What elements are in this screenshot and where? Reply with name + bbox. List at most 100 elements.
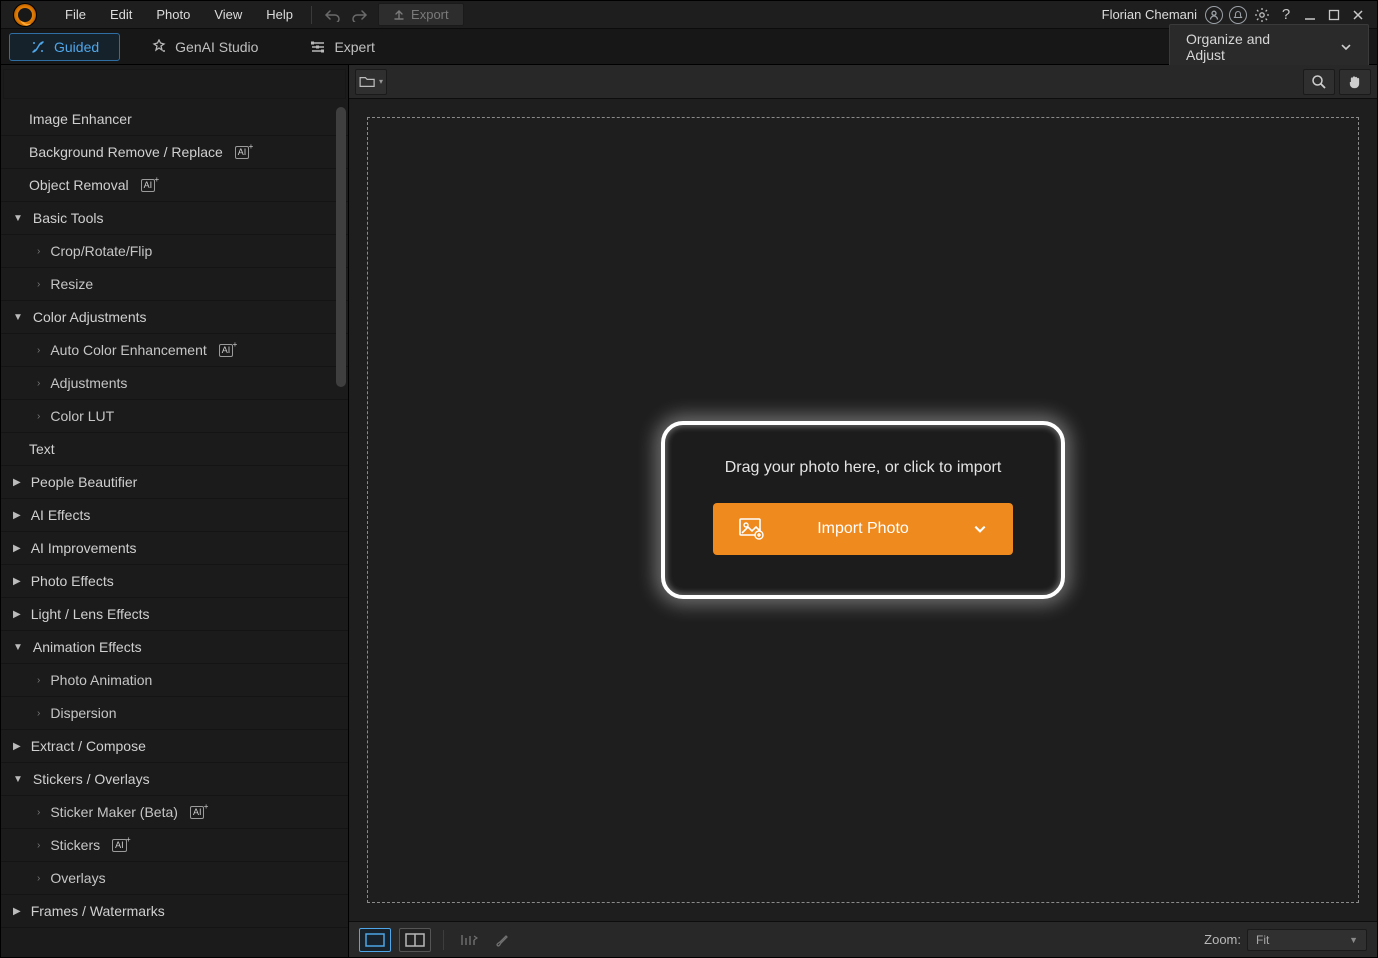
- chevron-right-icon: ›: [37, 840, 40, 851]
- divider: [443, 930, 444, 950]
- sidebar-item-text[interactable]: Text: [1, 433, 348, 466]
- sidebar-group-light-lens-effects[interactable]: ▶Light / Lens Effects: [1, 598, 348, 631]
- divider: [311, 6, 312, 24]
- caret-down-icon: ▼: [13, 213, 23, 224]
- sidebar-item-label: Text: [29, 441, 55, 457]
- histogram-icon[interactable]: [456, 931, 482, 949]
- sidebar-item-label: Image Enhancer: [29, 111, 132, 127]
- notifications-icon[interactable]: [1229, 6, 1247, 24]
- menu-photo[interactable]: Photo: [144, 3, 202, 26]
- ai-badge-icon: AI: [112, 839, 127, 852]
- app-logo-icon: [13, 3, 37, 27]
- tab-expert[interactable]: Expert: [289, 33, 395, 61]
- sidebar-item-label: Color LUT: [50, 408, 114, 424]
- sidebar-item-photo-animation[interactable]: ›Photo Animation: [1, 664, 348, 697]
- sidebar-item-dispersion[interactable]: ›Dispersion: [1, 697, 348, 730]
- sidebar-list: Image Enhancer Background Remove / Replac…: [1, 103, 348, 957]
- sidebar-item-label: Light / Lens Effects: [31, 606, 150, 622]
- sidebar-group-color-adjustments[interactable]: ▼Color Adjustments: [1, 301, 348, 334]
- close-button[interactable]: [1349, 6, 1367, 24]
- sidebar-item-label: Photo Animation: [50, 672, 152, 688]
- sidebar-item-background-remove-replace[interactable]: Background Remove / ReplaceAI: [1, 136, 348, 169]
- organize-label: Organize and Adjust: [1186, 31, 1312, 63]
- menu-edit[interactable]: Edit: [98, 3, 144, 26]
- sidebar-group-extract-compose[interactable]: ▶ Extract / Compose: [1, 730, 348, 763]
- tab-guided[interactable]: Guided: [9, 33, 120, 61]
- sidebar-group-ai-improvements[interactable]: ▶AI Improvements: [1, 532, 348, 565]
- zoom-tool-button[interactable]: [1303, 69, 1335, 95]
- import-photo-button[interactable]: Import Photo: [713, 503, 1013, 555]
- caret-right-icon: ▶: [13, 477, 21, 488]
- sidebar-item-adjustments[interactable]: ›Adjustments: [1, 367, 348, 400]
- sidebar-item-label: Crop/Rotate/Flip: [50, 243, 152, 259]
- export-icon: [393, 9, 405, 21]
- modebar: Guided GenAI Studio Expert Organize and Ad…: [1, 29, 1377, 65]
- sidebar-item-auto-color-enhancement[interactable]: ›Auto Color EnhancementAI: [1, 334, 348, 367]
- chevron-right-icon: ›: [37, 873, 40, 884]
- help-icon[interactable]: ?: [1277, 6, 1295, 24]
- expert-icon: [310, 39, 326, 55]
- ai-badge-icon: AI: [235, 146, 250, 159]
- chevron-right-icon: ›: [37, 246, 40, 257]
- sidebar-item-stickers[interactable]: ›StickersAI: [1, 829, 348, 862]
- organize-adjust-button[interactable]: Organize and Adjust: [1169, 24, 1369, 70]
- sidebar-item-label: Extract / Compose: [31, 738, 146, 754]
- sidebar-item-label: Photo Effects: [31, 573, 114, 589]
- image-import-icon: [739, 518, 765, 540]
- sidebar-item-crop-rotate-flip[interactable]: › Crop/Rotate/Flip: [1, 235, 348, 268]
- single-view-button[interactable]: [359, 928, 391, 952]
- caret-right-icon: ▶: [13, 906, 21, 917]
- sidebar-item-label: Stickers / Overlays: [33, 771, 150, 787]
- sidebar-item-image-enhancer[interactable]: Image Enhancer: [1, 103, 348, 136]
- sidebar-group-stickers-overlays[interactable]: ▼ Stickers / Overlays: [1, 763, 348, 796]
- menu-file[interactable]: File: [53, 3, 98, 26]
- folder-button[interactable]: ▾: [355, 69, 387, 95]
- redo-button[interactable]: [346, 6, 374, 24]
- export-label: Export: [411, 7, 449, 22]
- menu-view[interactable]: View: [202, 3, 254, 26]
- sidebar-item-label: Overlays: [50, 870, 105, 886]
- export-button[interactable]: Export: [378, 3, 464, 26]
- user-icon[interactable]: [1205, 6, 1223, 24]
- caret-right-icon: ▶: [13, 510, 21, 521]
- minimize-button[interactable]: [1301, 6, 1319, 24]
- canvas-toolbar: ▾: [349, 65, 1377, 99]
- settings-icon[interactable]: [1253, 6, 1271, 24]
- sidebar-group-animation-effects[interactable]: ▼Animation Effects: [1, 631, 348, 664]
- sidebar-item-label: Frames / Watermarks: [31, 903, 165, 919]
- sidebar-item-color-lut[interactable]: ›Color LUT: [1, 400, 348, 433]
- sidebar-group-photo-effects[interactable]: ▶Photo Effects: [1, 565, 348, 598]
- maximize-button[interactable]: [1325, 6, 1343, 24]
- sidebar-group-ai-effects[interactable]: ▶ AI Effects: [1, 499, 348, 532]
- brush-icon[interactable]: [490, 930, 514, 950]
- sidebar-item-label: People Beautifier: [31, 474, 138, 490]
- split-view-button[interactable]: [399, 928, 431, 952]
- sidebar-scrollbar[interactable]: [336, 107, 346, 387]
- sidebar-group-basic-tools[interactable]: ▼Basic Tools: [1, 202, 348, 235]
- sidebar-item-label: Sticker Maker (Beta): [50, 804, 178, 820]
- main-area: ▾ Drag your photo here, or click to impo…: [349, 65, 1377, 957]
- sidebar-item-object-removal[interactable]: Object RemovalAI: [1, 169, 348, 202]
- chevron-down-icon: ▼: [1349, 935, 1358, 945]
- zoom-value: Fit: [1256, 933, 1269, 947]
- chevron-down-icon: [1340, 41, 1352, 53]
- user-name: Florian Chemani: [1102, 7, 1197, 22]
- menu-help[interactable]: Help: [254, 3, 305, 26]
- sidebar-group-frames-watermarks[interactable]: ▶ Frames / Watermarks: [1, 895, 348, 928]
- sidebar-item-overlays[interactable]: › Overlays: [1, 862, 348, 895]
- sidebar-item-label: AI Effects: [31, 507, 91, 523]
- pan-tool-button[interactable]: [1339, 69, 1371, 95]
- sidebar-item-label: Adjustments: [50, 375, 127, 391]
- caret-right-icon: ▶: [13, 741, 21, 752]
- undo-button[interactable]: [318, 6, 346, 24]
- sidebar-search[interactable]: [3, 69, 346, 99]
- caret-down-icon: ▼: [13, 774, 23, 785]
- chevron-right-icon: ›: [37, 708, 40, 719]
- sidebar-item-label: Color Adjustments: [33, 309, 147, 325]
- sidebar-group-people-beautifier[interactable]: ▶ People Beautifier: [1, 466, 348, 499]
- tab-genai-studio[interactable]: GenAI Studio: [130, 33, 279, 61]
- sidebar-item-resize[interactable]: ›Resize: [1, 268, 348, 301]
- zoom-select[interactable]: Fit ▼: [1247, 929, 1367, 951]
- sidebar-item-sticker-maker-beta-[interactable]: ›Sticker Maker (Beta)AI: [1, 796, 348, 829]
- canvas-drop-zone[interactable]: Drag your photo here, or click to import…: [367, 117, 1359, 903]
